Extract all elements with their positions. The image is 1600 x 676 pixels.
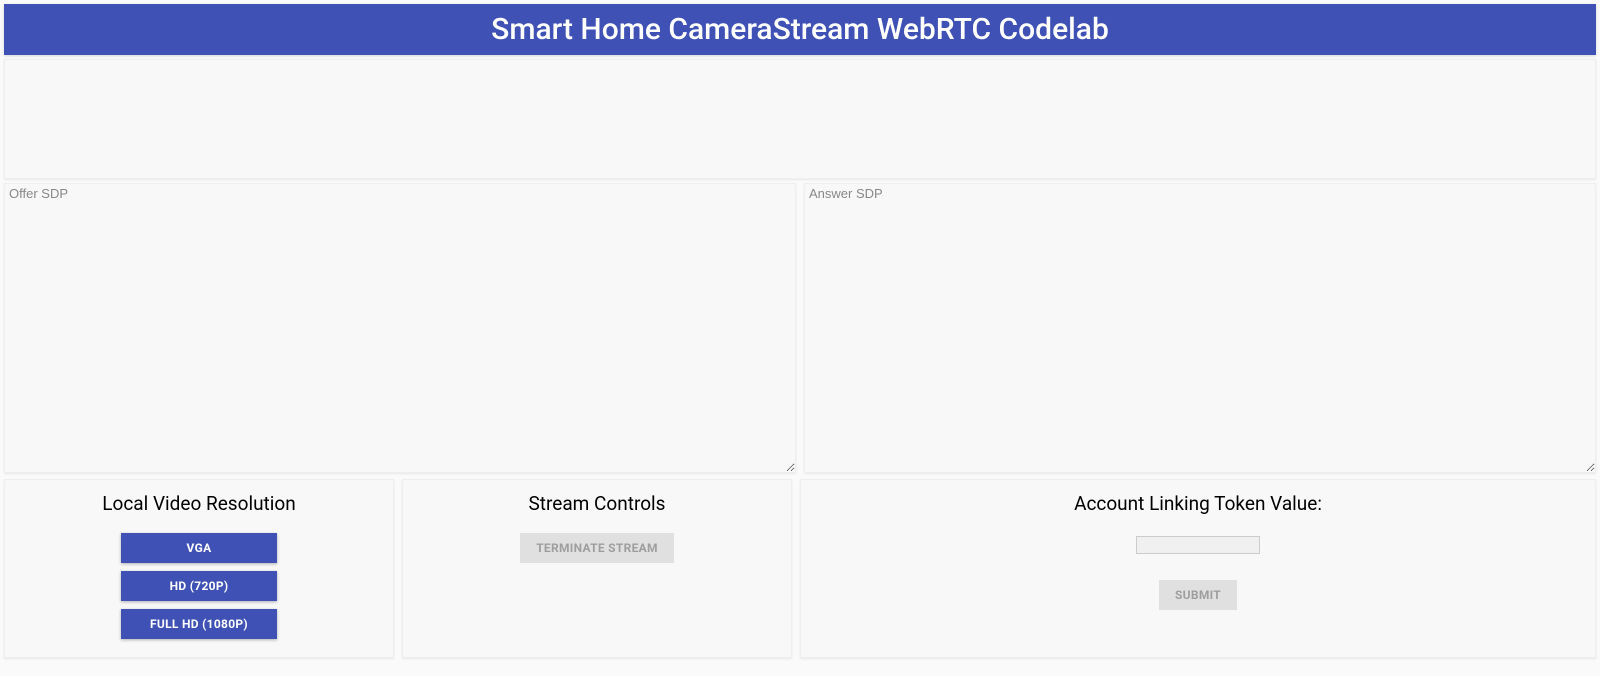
full-hd-1080p-button[interactable]: FULL HD (1080P)	[121, 609, 277, 639]
stream-controls-title: Stream Controls	[403, 492, 791, 515]
token-title: Account Linking Token Value:	[801, 492, 1595, 515]
app-header: Smart Home CameraStream WebRTC Codelab	[4, 4, 1596, 55]
controls-row: Local Video Resolution VGA HD (720P) FUL…	[4, 479, 1596, 658]
token-input[interactable]	[1136, 536, 1260, 554]
resolution-panel: Local Video Resolution VGA HD (720P) FUL…	[4, 479, 394, 658]
video-preview-area	[4, 59, 1596, 179]
resolution-title: Local Video Resolution	[5, 492, 393, 515]
page-title: Smart Home CameraStream WebRTC Codelab	[4, 12, 1596, 47]
sdp-row	[4, 183, 1596, 473]
token-panel: Account Linking Token Value: SUBMIT	[800, 479, 1596, 658]
hd-720p-button[interactable]: HD (720P)	[121, 571, 277, 601]
submit-button[interactable]: SUBMIT	[1159, 580, 1237, 610]
offer-sdp-textarea[interactable]	[4, 183, 796, 473]
stream-controls-panel: Stream Controls TERMINATE STREAM	[402, 479, 792, 658]
vga-button[interactable]: VGA	[121, 533, 277, 563]
answer-sdp-textarea[interactable]	[804, 183, 1596, 473]
terminate-stream-button[interactable]: TERMINATE STREAM	[520, 533, 674, 563]
